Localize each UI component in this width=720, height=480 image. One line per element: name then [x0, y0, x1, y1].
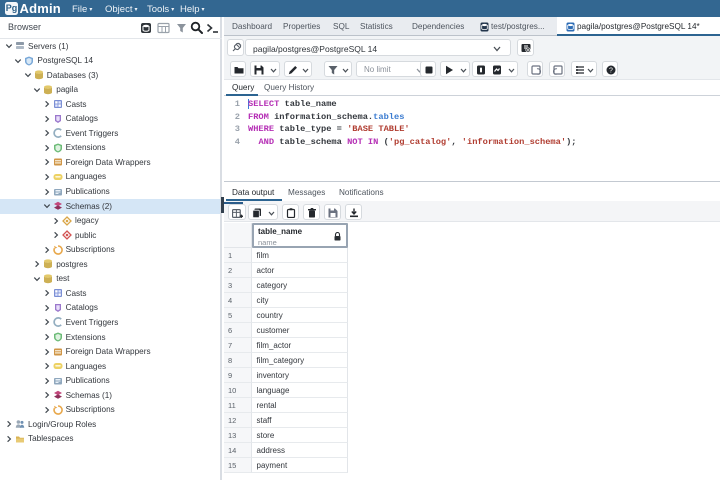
svg-text:?: ?: [609, 68, 613, 75]
